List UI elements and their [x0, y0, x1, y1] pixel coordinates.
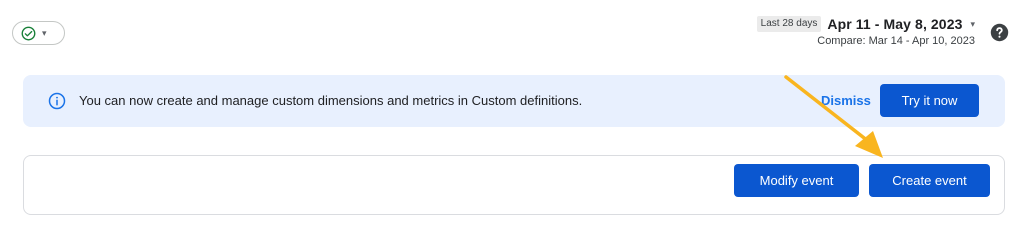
check-circle-icon [21, 26, 36, 40]
dismiss-button[interactable]: Dismiss [821, 93, 871, 108]
status-dropdown[interactable]: ▾ [12, 21, 65, 45]
try-it-now-button[interactable]: Try it now [880, 84, 979, 117]
modify-event-button[interactable]: Modify event [734, 164, 859, 197]
date-range-label: Apr 11 - May 8, 2023 [827, 16, 963, 32]
chevron-down-icon: ▾ [42, 28, 47, 38]
banner-message: You can now create and manage custom dim… [79, 93, 583, 108]
chevron-down-icon: ▾ [970, 18, 975, 29]
info-banner: You can now create and manage custom dim… [23, 75, 1005, 127]
info-icon [48, 92, 66, 110]
compare-range-label: Compare: Mar 14 - Apr 10, 2023 [817, 35, 975, 47]
date-preset-badge: Last 28 days [756, 16, 822, 32]
create-event-button[interactable]: Create event [869, 164, 990, 197]
help-icon[interactable] [990, 23, 1009, 42]
date-range-selector[interactable]: Last 28 days Apr 11 - May 8, 2023 ▾ Comp… [756, 16, 975, 47]
